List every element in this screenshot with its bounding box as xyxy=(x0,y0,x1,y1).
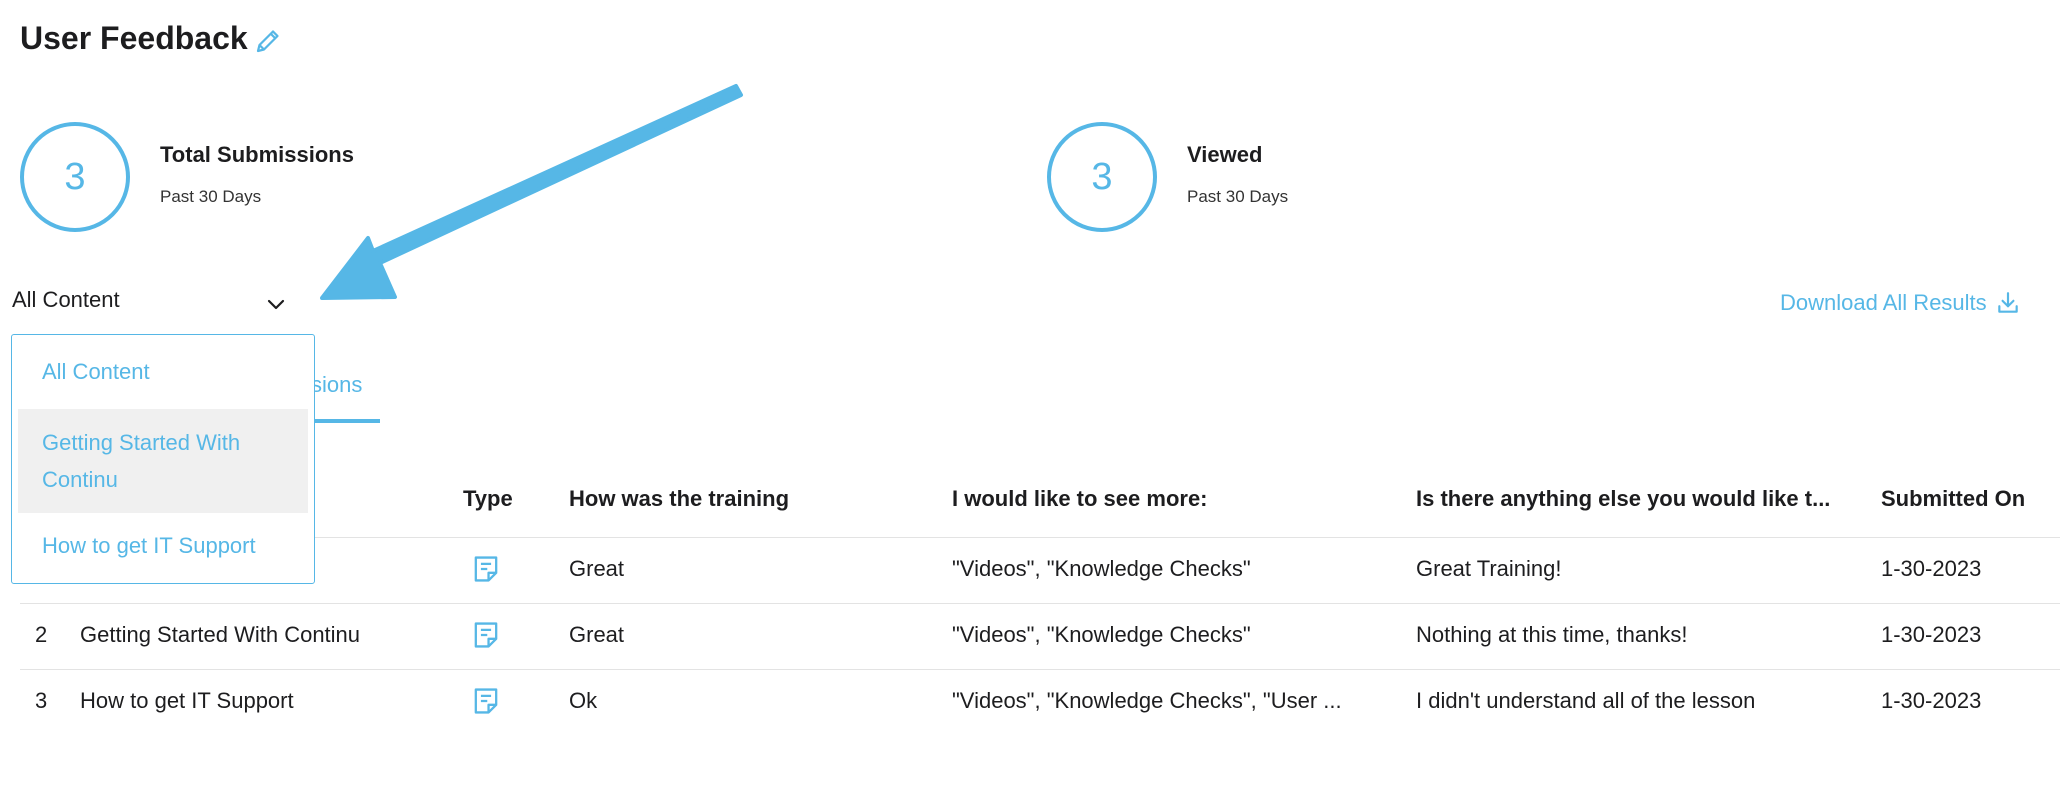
menu-item-getting-started[interactable]: Getting Started With Continu xyxy=(18,409,308,513)
row-divider xyxy=(20,603,2060,604)
chevron-down-icon[interactable] xyxy=(264,292,288,316)
viewed-count: 3 xyxy=(1047,122,1157,232)
row-training: Ok xyxy=(569,688,598,713)
row-training: Great xyxy=(569,622,625,647)
viewed-subtitle: Past 30 Days xyxy=(1187,187,1289,206)
row-submitted-on: 1-30-2023 xyxy=(1881,556,1982,581)
row-submitted-on: 1-30-2023 xyxy=(1881,688,1982,713)
menu-item-all-content[interactable]: All Content xyxy=(18,353,308,390)
total-submissions-count: 3 xyxy=(20,122,130,232)
total-submissions-title: Total Submissions xyxy=(160,142,354,167)
row-submitted-on: 1-30-2023 xyxy=(1881,622,1982,647)
content-filter-menu: All Content Getting Started With Continu… xyxy=(11,334,315,584)
download-all-results-label: Download All Results xyxy=(1780,290,1987,315)
row-content-title: How to get IT Support xyxy=(80,688,294,713)
row-see-more: "Videos", "Knowledge Checks" xyxy=(952,556,1251,581)
header-divider xyxy=(20,537,2060,538)
row-see-more: "Videos", "Knowledge Checks", "User ... xyxy=(952,688,1342,713)
row-anything-else: I didn't understand all of the lesson xyxy=(1416,688,1756,713)
viewed-title: Viewed xyxy=(1187,142,1263,167)
page-title: User Feedback xyxy=(20,20,248,56)
column-header-training: How was the training xyxy=(569,486,790,511)
row-content-title: Getting Started With Continu xyxy=(80,622,361,647)
column-header-type: Type xyxy=(463,486,513,511)
download-all-results-link[interactable]: Download All Results xyxy=(1780,290,2021,316)
document-icon xyxy=(474,556,498,582)
column-header-see-more: I would like to see more: xyxy=(952,486,1208,511)
row-number: 2 xyxy=(35,622,48,647)
row-anything-else: Nothing at this time, thanks! xyxy=(1416,622,1688,647)
row-divider xyxy=(20,669,2060,670)
document-icon xyxy=(474,622,498,648)
row-number: 3 xyxy=(35,688,48,713)
pencil-icon[interactable] xyxy=(253,26,283,56)
content-filter-select[interactable]: All Content xyxy=(12,287,120,313)
row-anything-else: Great Training! xyxy=(1416,556,1562,581)
row-see-more: "Videos", "Knowledge Checks" xyxy=(952,622,1251,647)
column-header-anything-else: Is there anything else you would like t.… xyxy=(1416,486,1831,511)
download-icon xyxy=(1997,292,2018,313)
total-submissions-subtitle: Past 30 Days xyxy=(160,187,262,206)
menu-item-it-support[interactable]: How to get IT Support xyxy=(18,527,308,564)
column-header-submitted-on: Submitted On xyxy=(1881,486,2026,511)
document-icon xyxy=(474,688,498,714)
row-training: Great xyxy=(569,556,625,581)
